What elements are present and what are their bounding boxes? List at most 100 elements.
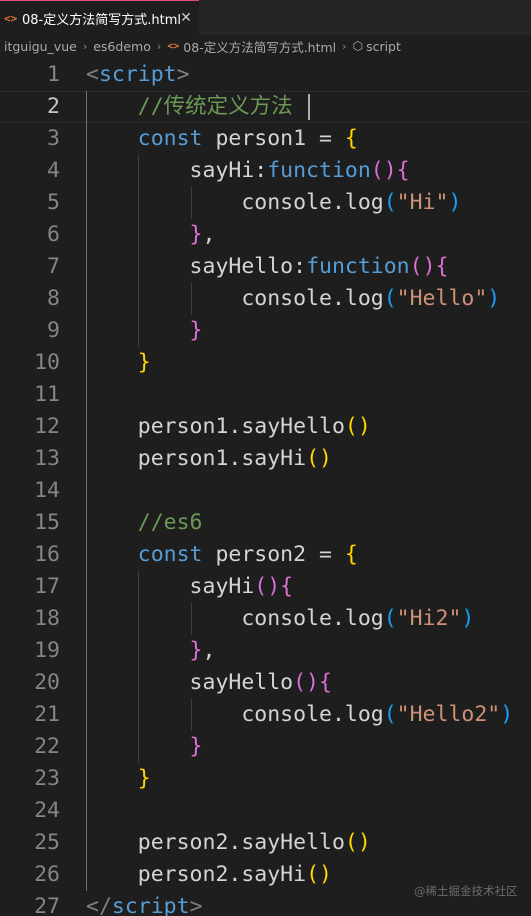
line-number: 11 (34, 382, 60, 407)
code-line[interactable]: 14 (0, 475, 531, 507)
code-token: } (86, 734, 203, 759)
code-line[interactable]: 4 sayHi:function(){ (0, 155, 531, 187)
code-text: </script> (86, 891, 203, 916)
code-token: () (344, 414, 371, 439)
breadcrumb-item-folder[interactable]: itguigu_vue (4, 39, 77, 54)
line-number: 22 (34, 734, 60, 759)
html-file-icon: <> (167, 40, 180, 52)
editor-tab[interactable]: <> 08-定义方法简写方式.html ✕ (0, 0, 199, 35)
breadcrumb-item-symbol[interactable]: ⬡ script (353, 39, 401, 54)
code-text: person2.sayHi() (86, 859, 332, 891)
breadcrumb-label: 08-定义方法简写方式.html (183, 39, 337, 55)
code-token: { (344, 542, 358, 567)
code-line[interactable]: 7 sayHello:function(){ (0, 251, 531, 283)
code-token: ( (383, 286, 397, 311)
breadcrumb-separator: › (156, 39, 162, 53)
line-number: 24 (34, 798, 60, 823)
code-token: //es6 (86, 510, 203, 535)
code-token: < (86, 62, 99, 87)
code-token: const (86, 542, 203, 567)
code-token: { (435, 254, 449, 279)
line-number: 20 (34, 670, 60, 695)
code-text: } (86, 731, 203, 763)
code-text: } (86, 763, 151, 795)
watermark: @稀土掘金技术社区 (414, 884, 518, 898)
code-token: } (86, 638, 203, 663)
code-token: "Hi2" (396, 606, 462, 631)
code-token: sayHello (86, 670, 294, 695)
breadcrumb-item-subfolder[interactable]: es6demo (93, 39, 151, 54)
code-token: person1.sayHello (86, 414, 345, 439)
code-token: console.log (86, 702, 384, 727)
indent-guide (138, 571, 140, 763)
code-line[interactable]: 23 } (0, 763, 531, 795)
code-line[interactable]: 5 console.log("Hi") (0, 187, 531, 219)
code-line[interactable]: 19 }, (0, 635, 531, 667)
code-token: } (86, 350, 151, 375)
code-line[interactable]: 24 (0, 795, 531, 827)
symbol-cube-icon: ⬡ (352, 39, 364, 53)
code-token: person2.sayHello (86, 830, 345, 855)
code-token: { (396, 158, 410, 183)
code-line[interactable]: 22 } (0, 731, 531, 763)
indent-guide (190, 603, 192, 635)
code-token: { (280, 574, 294, 599)
code-line[interactable]: 3 const person1 = { (0, 123, 531, 155)
close-icon[interactable]: ✕ (178, 10, 194, 26)
tab-label: 08-定义方法简写方式.html (22, 12, 181, 28)
line-number: 16 (34, 542, 60, 567)
code-line[interactable]: 16 const person2 = { (0, 539, 531, 571)
line-number: 8 (47, 286, 60, 311)
code-text: sayHello(){ (86, 667, 332, 699)
breadcrumb-label: script (366, 38, 401, 54)
line-number: 1 (47, 62, 60, 87)
code-text: const person1 = { (86, 123, 358, 155)
code-token: script (98, 62, 177, 87)
code-line[interactable]: 11 (0, 379, 531, 411)
code-line[interactable]: 15 //es6 (0, 507, 531, 539)
code-line[interactable]: 12 person1.sayHello() (0, 411, 531, 443)
code-token: () (370, 158, 397, 183)
line-number: 6 (47, 222, 60, 247)
code-text: //es6 (86, 507, 203, 539)
html-file-icon: <> (4, 11, 18, 25)
code-token: () (344, 830, 371, 855)
code-text: } (86, 315, 203, 347)
line-number: 19 (34, 638, 60, 663)
code-line[interactable]: 1 <script> (0, 59, 531, 91)
code-line[interactable]: 10 } (0, 347, 531, 379)
line-number: 2 (47, 94, 60, 119)
code-line[interactable]: 2 //传统定义方法 (0, 91, 531, 123)
code-token: </ (86, 894, 112, 916)
code-token: { (344, 126, 358, 151)
code-line[interactable]: 13 person1.sayHi() (0, 443, 531, 475)
code-line[interactable]: 18 console.log("Hi2") (0, 603, 531, 635)
code-line[interactable]: 6 }, (0, 219, 531, 251)
code-line[interactable]: 17 sayHi(){ (0, 571, 531, 603)
code-line[interactable]: 9 } (0, 315, 531, 347)
code-text: person1.sayHello() (86, 411, 371, 443)
code-token: } (86, 222, 203, 247)
code-line[interactable]: 8 console.log("Hello") (0, 283, 531, 315)
code-token: //传统定义方法 (86, 94, 293, 119)
code-token: } (86, 318, 203, 343)
code-text: sayHi(){ (86, 571, 294, 603)
code-line[interactable]: 25 person2.sayHello() (0, 827, 531, 859)
code-line[interactable]: 21 console.log("Hello2") (0, 699, 531, 731)
code-line[interactable]: 20 sayHello(){ (0, 667, 531, 699)
line-number: 14 (34, 478, 60, 503)
code-token: () (409, 254, 436, 279)
code-token: sayHello: (86, 254, 307, 279)
line-number: 4 (47, 158, 60, 183)
code-token: script (111, 894, 190, 916)
breadcrumb-item-file[interactable]: <> 08-定义方法简写方式.html (167, 37, 336, 56)
code-text: console.log("Hello") (86, 283, 500, 315)
code-token: , (202, 222, 216, 247)
tab-bar: <> 08-定义方法简写方式.html ✕ (0, 0, 531, 35)
code-token: > (189, 894, 203, 916)
code-text: }, (86, 219, 216, 251)
code-token: { (319, 670, 332, 695)
code-editor[interactable]: 1 <script> 2 //传统定义方法 3 const person1 = {4 … (0, 57, 531, 916)
line-number: 3 (47, 126, 60, 151)
line-number: 17 (34, 574, 60, 599)
